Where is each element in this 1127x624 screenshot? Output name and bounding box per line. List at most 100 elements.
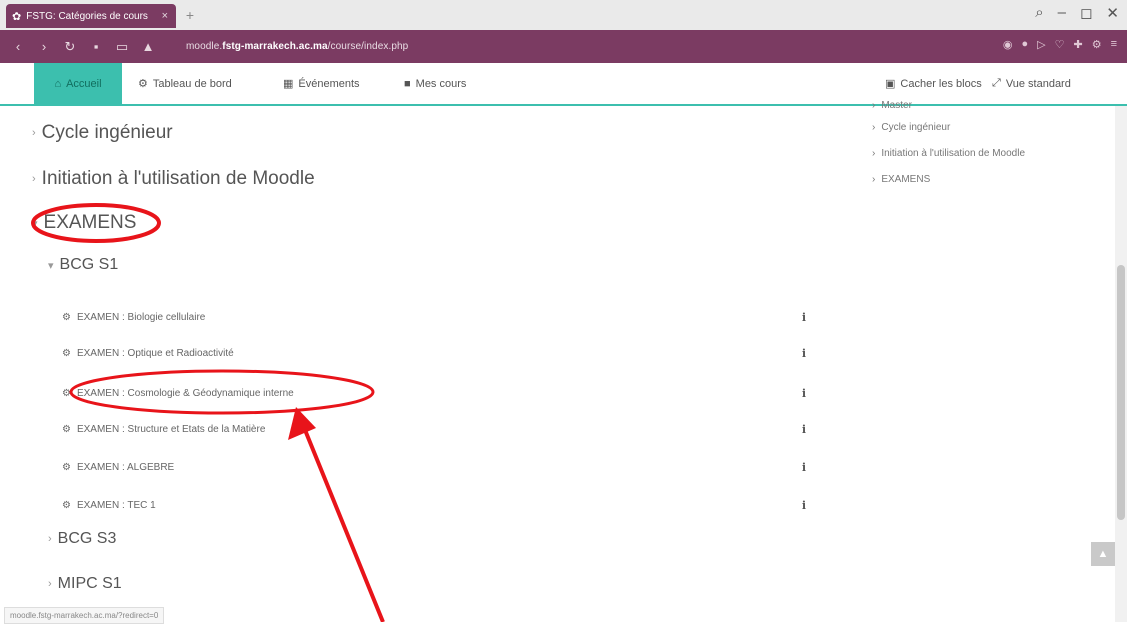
chevron-right-icon: › — [48, 578, 52, 590]
briefcase-icon: ■ — [404, 77, 411, 90]
category-examens[interactable]: ▾ EXAMENS — [32, 212, 136, 234]
category-label: EXAMENS — [43, 212, 137, 233]
extension-icon[interactable]: ▷ — [1037, 38, 1045, 51]
category-label: Initiation à l'utilisation de Moodle — [41, 168, 315, 189]
back-to-top-button[interactable]: ▲ — [1091, 542, 1115, 566]
info-icon[interactable]: i — [802, 347, 806, 360]
restore-icon[interactable]: ◻ — [1080, 4, 1092, 22]
chevron-down-icon: ▾ — [32, 217, 38, 230]
subcategory-label: BCG S1 — [59, 256, 119, 273]
forward-icon[interactable]: › — [36, 39, 52, 55]
browser-tab[interactable]: ✿ FSTG: Catégories de cours × — [6, 4, 176, 28]
chevron-right-icon: › — [872, 99, 876, 111]
nav-mycourses[interactable]: ■ Mes cours — [404, 63, 466, 104]
block-item[interactable]: › EXAMENS — [872, 166, 1025, 192]
insecure-warning-icon: ▲ — [141, 38, 155, 54]
course-link[interactable]: EXAMEN : TEC 1 — [77, 500, 156, 511]
course-icon: ⚙ — [62, 388, 71, 399]
chevron-right-icon: › — [32, 127, 36, 139]
subcategory-bcg-s1[interactable]: ▾ BCG S1 — [48, 256, 118, 274]
block-item[interactable]: › Cycle ingénieur — [872, 114, 1025, 140]
tab-title: FSTG: Catégories de cours — [26, 10, 148, 22]
extension-icon[interactable]: ● — [1021, 38, 1028, 51]
extension-icon[interactable]: ✚ — [1073, 38, 1082, 51]
home-icon[interactable]: ▪ — [88, 39, 104, 55]
course-item[interactable]: ⚙ EXAMEN : Structure et Etats de la Mati… — [62, 423, 806, 436]
course-icon: ⚙ — [62, 348, 71, 359]
course-icon: ⚙ — [62, 500, 71, 511]
reload-icon[interactable]: ↻ — [62, 39, 78, 55]
moodle-favicon-icon: ✿ — [12, 10, 22, 23]
block-item[interactable]: › Master — [872, 96, 1025, 114]
nav-mycourses-label: Mes cours — [415, 77, 467, 90]
extension-icon[interactable]: ◉ — [1003, 38, 1013, 51]
course-item[interactable]: ⚙ EXAMEN : Cosmologie & Géodynamique int… — [62, 387, 806, 400]
course-link[interactable]: EXAMEN : Optique et Radioactivité — [77, 348, 234, 359]
nav-home-label: Accueil — [66, 77, 102, 90]
info-icon[interactable]: i — [802, 461, 806, 474]
scrollbar-thumb[interactable] — [1117, 265, 1125, 520]
extension-icon[interactable]: ♡ — [1055, 38, 1065, 51]
nav-events-label: Événements — [298, 77, 360, 90]
url-field[interactable]: moodle.fstg-marrakech.ac.ma/course/index… — [186, 41, 408, 52]
chevron-down-icon: ▾ — [48, 259, 54, 272]
window-controls: ⌕ – ◻ ✕ — [1035, 4, 1119, 22]
info-icon[interactable]: i — [802, 423, 806, 436]
course-link[interactable]: EXAMEN : Structure et Etats de la Matièr… — [77, 424, 265, 435]
hide-blocks-icon: ▣ — [885, 78, 896, 90]
back-icon[interactable]: ‹ — [10, 39, 26, 55]
category-label: Cycle ingénieur — [41, 122, 173, 143]
course-icon: ⚙ — [62, 312, 71, 323]
block-item-label: EXAMENS — [881, 173, 931, 185]
standard-view-label: Vue standard — [1005, 77, 1071, 90]
extension-icon[interactable]: ⚙ — [1092, 38, 1102, 51]
annotation-arrow-line — [301, 424, 385, 622]
expand-arrows-icon: ⤢ — [992, 77, 1001, 89]
subcategory-label: BCG S3 — [57, 530, 117, 547]
chevron-right-icon: › — [872, 121, 876, 133]
chevron-right-icon: › — [32, 173, 36, 185]
address-bar: ‹ › ↻ ▪ ▭ ▲ moodle.fstg-marrakech.ac.ma/… — [0, 30, 1127, 63]
course-link[interactable]: EXAMEN : Biologie cellulaire — [77, 312, 205, 323]
info-icon[interactable]: i — [802, 311, 806, 324]
nav-dashboard-label: Tableau de bord — [152, 77, 232, 90]
subcategory-bcg-s3[interactable]: › BCG S3 — [48, 530, 116, 548]
dashboard-icon: ⚙ — [138, 78, 148, 90]
status-bar-url: moodle.fstg-marrakech.ac.ma/?redirect=0 — [4, 607, 165, 624]
subcategory-mipc-s1[interactable]: › MIPC S1 — [48, 575, 122, 593]
nav-dashboard[interactable]: ⚙ Tableau de bord — [138, 63, 232, 104]
new-tab-button[interactable]: + — [182, 7, 198, 23]
tab-close-icon[interactable]: × — [162, 10, 168, 22]
hide-blocks-label: Cacher les blocs — [900, 77, 982, 90]
course-link[interactable]: EXAMEN : Cosmologie & Géodynamique inter… — [77, 388, 294, 399]
course-link[interactable]: EXAMEN : ALGEBRE — [77, 462, 174, 473]
category-initiation-moodle[interactable]: › Initiation à l'utilisation de Moodle — [32, 168, 315, 190]
course-icon: ⚙ — [62, 462, 71, 473]
block-item-label: Cycle ingénieur — [881, 121, 951, 133]
search-icon[interactable]: ⌕ — [1035, 4, 1043, 22]
course-icon: ⚙ — [62, 424, 71, 435]
category-cycle-ingenieur[interactable]: › Cycle ingénieur — [32, 122, 173, 144]
course-item[interactable]: ⚙ EXAMEN : TEC 1 i — [62, 499, 806, 512]
browser-tabstrip: ✿ FSTG: Catégories de cours × + ⌕ – ◻ ✕ — [0, 0, 1127, 30]
block-item[interactable]: › Initiation à l'utilisation de Moodle — [872, 140, 1025, 166]
block-item-label: Initiation à l'utilisation de Moodle — [881, 147, 1026, 159]
block-item-label: Master — [881, 99, 912, 111]
close-window-icon[interactable]: ✕ — [1106, 4, 1119, 22]
info-icon[interactable]: i — [802, 387, 806, 400]
info-icon[interactable]: i — [802, 499, 806, 512]
menu-icon[interactable]: ≡ — [1111, 38, 1117, 51]
extensions-bar: ◉ ● ▷ ♡ ✚ ⚙ ≡ — [1003, 38, 1117, 51]
calendar-icon: ▦ — [283, 78, 294, 90]
course-item[interactable]: ⚙ EXAMEN : Biologie cellulaire i — [62, 311, 806, 324]
nav-home[interactable]: ⌂ Accueil — [34, 63, 122, 104]
course-item[interactable]: ⚙ EXAMEN : Optique et Radioactivité i — [62, 347, 806, 360]
minimize-icon[interactable]: – — [1058, 4, 1066, 22]
course-item[interactable]: ⚙ EXAMEN : ALGEBRE i — [62, 461, 806, 474]
chevron-right-icon: › — [48, 533, 52, 545]
chevron-right-icon: › — [872, 147, 876, 159]
nav-events[interactable]: ▦ Événements — [283, 63, 360, 104]
tabs-icon[interactable]: ▭ — [114, 39, 130, 55]
course-categories-block: › Master › Cycle ingénieur › Initiation à l… — [872, 100, 1025, 192]
subcategory-label: MIPC S1 — [57, 575, 122, 592]
